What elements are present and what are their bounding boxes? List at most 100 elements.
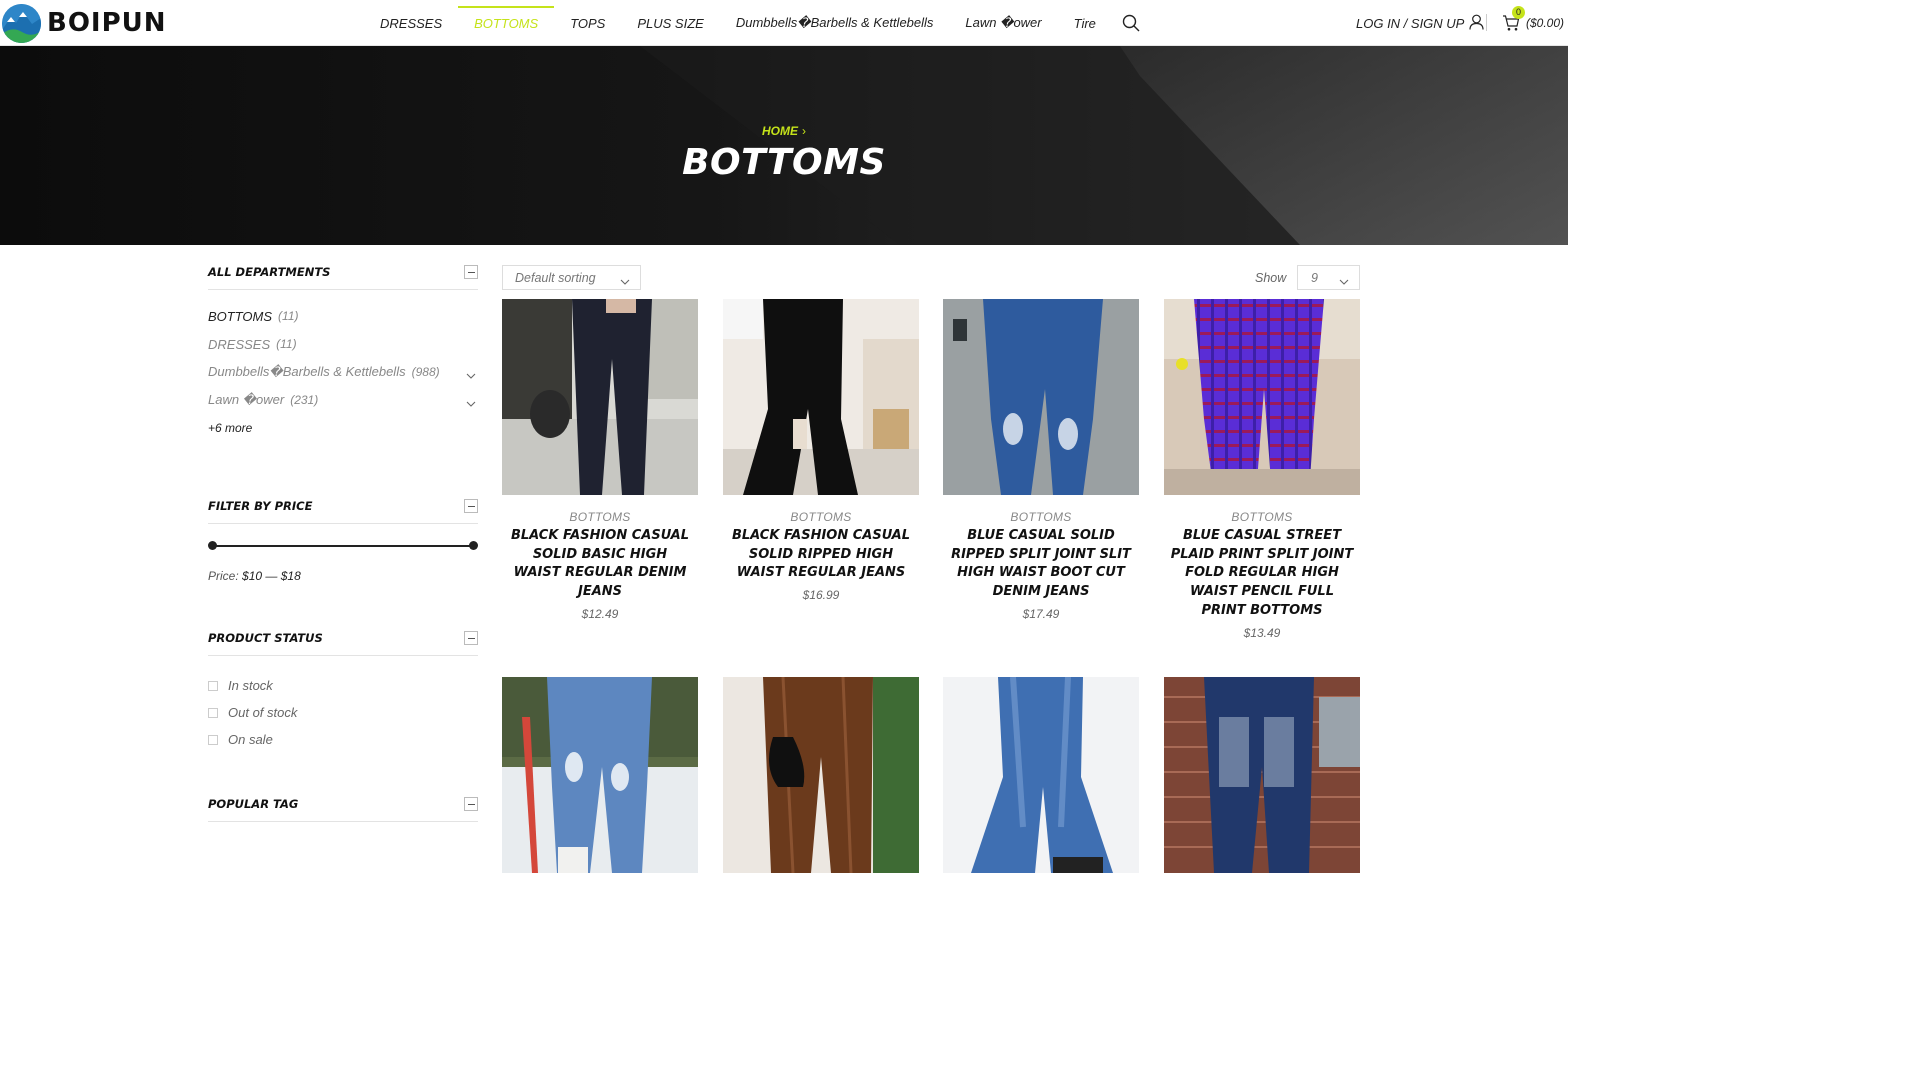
department-label: Lawn �ower [208,392,285,407]
nav-tops[interactable]: TOPS [554,0,621,46]
price-filter-header: FILTER BY PRICE [208,479,478,524]
cart-button[interactable]: 0 ($0.00) [1502,0,1564,46]
nav-tire[interactable]: Tire [1058,0,1112,46]
department-item-dresses[interactable]: DRESSES (11) [208,330,478,358]
department-list: BOTTOMS (11) DRESSES (11) Dumbbells�Barb… [208,290,478,442]
collapse-icon[interactable] [464,265,478,279]
price-min-value: $10 [242,569,263,583]
price-range-slider[interactable] [208,529,478,559]
product-category-link[interactable]: BOTTOMS [1164,510,1360,524]
show-more-departments-link[interactable]: +6 more [208,414,478,442]
product-image[interactable] [502,677,698,873]
login-signup-link[interactable]: LOG IN / SIGN UP [1356,0,1484,46]
product-card: BOTTOMS BLACK FASHION CASUAL SOLID RIPPE… [723,299,919,602]
chevron-down-icon [620,274,630,288]
department-count: (11) [276,337,297,351]
breadcrumb-home-link[interactable]: HOME [762,124,798,138]
cart-count-badge: 0 [1512,6,1525,19]
price-range-label: Price: $10 — $18 [208,569,478,583]
per-page-select[interactable]: 9 [1297,265,1360,290]
product-title-link[interactable]: BLACK FASHION CASUAL SOLID BASIC HIGH WA… [502,527,698,602]
product-title-link[interactable]: BLACK FASHION CASUAL SOLID RIPPED HIGH W… [723,527,919,583]
checkbox-icon[interactable] [208,707,218,718]
price-filter-title: FILTER BY PRICE [208,499,313,513]
department-count: (11) [278,309,299,323]
product-card: BOTTOMS BLACK FASHION CASUAL SOLID BASIC… [502,299,698,621]
nav-bottoms[interactable]: BOTTOMS [458,0,555,46]
product-category-link[interactable]: BOTTOMS [502,510,698,524]
page-title: BOTTOMS [682,142,886,183]
popular-tag-header: POPULAR TAG [208,777,478,822]
main-nav: DRESSES BOTTOMS TOPS PLUS SIZE Dumbbells… [364,0,1150,46]
collapse-icon[interactable] [464,631,478,645]
nav-plus-size[interactable]: PLUS SIZE [621,0,719,46]
login-signup-label: LOG IN / SIGN UP [1356,15,1465,31]
product-category-link[interactable]: BOTTOMS [723,510,919,524]
product-card [943,677,1139,873]
product-category-link[interactable]: BOTTOMS [943,510,1139,524]
price-max-value: $18 [280,569,301,583]
status-option-label: Out of stock [228,705,298,720]
checkbox-icon[interactable] [208,680,218,691]
chevron-down-icon [1339,274,1349,288]
product-image[interactable] [723,299,919,495]
collapse-icon[interactable] [464,797,478,811]
product-title-link[interactable]: BLUE CASUAL SOLID RIPPED SPLIT JOINT SLI… [943,527,1139,602]
status-out-of-stock-checkbox[interactable]: Out of stock [208,699,478,726]
chevron-right-icon: › [802,124,806,138]
product-card [723,677,919,873]
department-count: (988) [411,365,440,379]
product-card [502,677,698,873]
popular-tag-title: POPULAR TAG [208,797,299,811]
nav-dresses[interactable]: DRESSES [364,0,458,46]
status-option-label: In stock [228,678,273,693]
product-card: BOTTOMS BLUE CASUAL STREET PLAID PRINT S… [1164,299,1360,640]
price-slider-min-handle[interactable] [208,541,217,550]
breadcrumb: HOME › [0,124,1568,138]
brand-logo[interactable]: BOIPUN [2,3,167,43]
filter-sidebar: ALL DEPARTMENTS BOTTOMS (11) DRESSES (11… [208,245,478,822]
product-status-widget: PRODUCT STATUS In stock Out of stock On … [208,611,478,753]
site-header: BOIPUN DRESSES BOTTOMS TOPS PLUS SIZE Du… [0,0,1568,46]
page-hero: HOME › BOTTOMS [0,46,1568,245]
nav-dumbbells[interactable]: Dumbbells�Barbells & Kettlebells [720,0,950,46]
product-price: $17.49 [1022,606,1060,621]
department-label: BOTTOMS [208,308,273,324]
product-image[interactable] [943,677,1139,873]
checkbox-icon[interactable] [208,734,218,745]
product-image[interactable] [1164,677,1360,873]
price-filter-widget: FILTER BY PRICE Price: $10 — $18 [208,479,478,583]
department-item-dumbbells[interactable]: Dumbbells�Barbells & Kettlebells (988) [208,358,478,386]
user-icon [1469,14,1484,33]
chevron-down-icon[interactable] [466,367,476,382]
departments-title: ALL DEPARTMENTS [208,265,331,279]
product-title-link[interactable]: BLUE CASUAL STREET PLAID PRINT SPLIT JOI… [1164,527,1360,621]
product-image[interactable] [723,677,919,873]
product-price: $12.49 [581,606,619,621]
product-image[interactable] [943,299,1139,495]
mountain-globe-icon [2,3,41,43]
product-image[interactable] [1164,299,1360,495]
product-price: $13.49 [1243,625,1281,640]
price-slider-max-handle[interactable] [469,541,478,550]
chevron-down-icon[interactable] [466,395,476,410]
status-in-stock-checkbox[interactable]: In stock [208,672,478,699]
collapse-icon[interactable] [464,499,478,513]
department-item-bottoms[interactable]: BOTTOMS (11) [208,302,478,330]
product-status-title: PRODUCT STATUS [208,631,323,645]
departments-widget: ALL DEPARTMENTS BOTTOMS (11) DRESSES (11… [208,245,478,442]
department-item-lawn-mower[interactable]: Lawn �ower (231) [208,386,478,414]
show-label: Show [1255,271,1287,285]
search-icon[interactable] [1112,0,1150,46]
status-option-label: On sale [228,732,273,747]
cart-total: ($0.00) [1526,16,1565,30]
department-count: (231) [290,393,319,407]
price-dash: — [265,569,278,583]
nav-lawn-mower[interactable]: Lawn �ower [949,0,1057,46]
product-image[interactable] [502,299,698,495]
product-status-header: PRODUCT STATUS [208,611,478,656]
product-card [1164,677,1360,873]
sort-select[interactable]: Default sorting [502,265,641,290]
status-on-sale-checkbox[interactable]: On sale [208,726,478,753]
popular-tag-widget: POPULAR TAG [208,777,478,822]
